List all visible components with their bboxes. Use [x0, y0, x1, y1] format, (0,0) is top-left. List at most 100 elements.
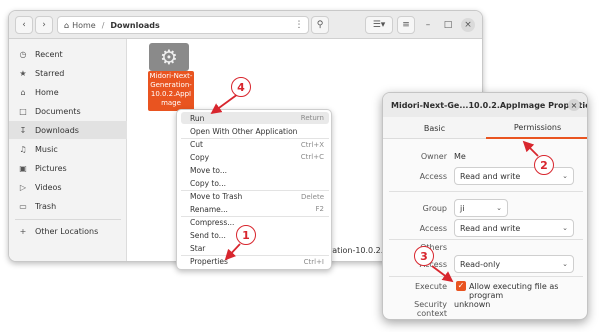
- menu-item-label: Run: [190, 113, 205, 123]
- home-icon: ⌂: [20, 87, 26, 97]
- sidebar-item-downloads[interactable]: ↧ Downloads: [9, 121, 127, 139]
- menu-item-label: Copy: [190, 152, 210, 162]
- section-divider: [389, 239, 583, 240]
- menu-item-run[interactable]: Run Return: [181, 112, 329, 125]
- menu-item-move-to[interactable]: Move to...: [181, 164, 329, 176]
- gear-icon[interactable]: ⚙: [149, 43, 189, 71]
- maximize-button[interactable]: □: [441, 16, 455, 34]
- others-access-dropdown[interactable]: Read-only ⌄: [454, 255, 574, 273]
- sidebar-item-pictures[interactable]: ▣ Pictures: [9, 159, 127, 177]
- menu-item-shortcut: Ctrl+X: [300, 140, 324, 149]
- menu-item-move-to-trash[interactable]: Move to Trash Delete: [181, 190, 329, 202]
- breadcrumb-separator: /: [101, 20, 105, 30]
- sidebar-item-label: Other Locations: [35, 226, 99, 236]
- group-label: Group: [422, 204, 447, 213]
- header-bar: ‹ › ⌂ Home / Downloads ⋮ ⚲ ☰▾ ≡ – □ ×: [9, 11, 482, 39]
- sidebar-item-music[interactable]: ♫ Music: [9, 140, 127, 158]
- sidebar-item-home[interactable]: ⌂ Home: [9, 83, 127, 101]
- menu-item-compress[interactable]: Compress...: [181, 216, 329, 228]
- menu-item-shortcut: Delete: [301, 192, 324, 201]
- chevron-right-icon: ›: [42, 20, 46, 30]
- owner-access-dropdown[interactable]: Read and write ⌄: [454, 167, 574, 185]
- menu-item-shortcut: Ctrl+C: [300, 153, 324, 162]
- tab-basic[interactable]: Basic: [383, 117, 486, 139]
- menu-item-copy[interactable]: Copy Ctrl+C: [181, 151, 329, 163]
- menu-item-shortcut: F2: [315, 205, 324, 214]
- hamburger-icon: ≡: [402, 20, 410, 30]
- context-menu: Run Return Open With Other Application Cu…: [176, 109, 332, 270]
- forward-button[interactable]: ›: [35, 16, 53, 34]
- dropdown-value: Read-only: [460, 259, 501, 269]
- menu-item-label: Star: [190, 243, 206, 253]
- breadcrumb-home[interactable]: Home: [72, 21, 96, 30]
- tab-permissions[interactable]: Permissions: [486, 117, 587, 139]
- close-button[interactable]: ×: [461, 18, 475, 32]
- callout-badge: 3: [414, 246, 434, 266]
- callout-badge: 2: [534, 155, 554, 175]
- sidebar-item-label: Pictures: [35, 163, 67, 173]
- menu-item-properties[interactable]: Properties Ctrl+I: [181, 255, 329, 267]
- sidebar-item-label: Downloads: [35, 125, 79, 135]
- sidebar-item-recent[interactable]: ◷ Recent: [9, 45, 127, 63]
- menu-icon[interactable]: ⋮: [291, 16, 307, 34]
- menu-item-label: Send to...: [190, 230, 226, 240]
- close-icon: ×: [570, 100, 578, 110]
- group-dropdown[interactable]: ji ⌄: [454, 199, 508, 217]
- picture-icon: ▣: [19, 163, 27, 173]
- star-icon: ★: [19, 68, 27, 78]
- menu-item-open-with[interactable]: Open With Other Application: [181, 125, 329, 137]
- chevron-down-icon: ⌄: [562, 172, 568, 180]
- sidebar-item-other-locations[interactable]: + Other Locations: [9, 222, 127, 240]
- menu-item-label: Properties: [190, 257, 228, 267]
- owner-value: Me: [454, 152, 466, 161]
- sidebar-item-documents[interactable]: □ Documents: [9, 102, 127, 120]
- sidebar-item-label: Starred: [35, 68, 65, 78]
- security-context-label: Security context: [414, 300, 447, 318]
- sidebar-item-label: Trash: [35, 201, 57, 211]
- menu-item-label: Rename...: [190, 204, 228, 214]
- section-divider: [389, 276, 583, 277]
- execute-checkbox-label[interactable]: Allow executing file as program: [469, 282, 587, 300]
- home-icon: ⌂: [64, 20, 70, 30]
- plus-icon: +: [19, 226, 27, 236]
- view-options-button[interactable]: ☰▾: [365, 16, 393, 34]
- search-icon: ⚲: [316, 20, 324, 30]
- close-button[interactable]: ×: [568, 99, 580, 111]
- chevron-down-icon: ⌄: [496, 204, 502, 212]
- menu-item-star[interactable]: Star: [181, 242, 329, 254]
- dropdown-value: Read and write: [460, 223, 521, 233]
- menu-item-rename[interactable]: Rename... F2: [181, 203, 329, 215]
- app-menu-button[interactable]: ≡: [397, 16, 415, 34]
- search-button[interactable]: ⚲: [311, 16, 329, 34]
- back-button[interactable]: ‹: [15, 16, 33, 34]
- group-access-dropdown[interactable]: Read and write ⌄: [454, 219, 574, 237]
- menu-item-copy-to[interactable]: Copy to...: [181, 177, 329, 189]
- sidebar-item-label: Videos: [35, 182, 62, 192]
- dialog-title: Midori-Next-Ge...10.0.2.AppImage Propert…: [383, 93, 587, 117]
- download-icon: ↧: [19, 125, 27, 135]
- menu-item-shortcut: Return: [300, 114, 324, 123]
- menu-item-shortcut: Ctrl+I: [303, 257, 324, 266]
- checkmark-icon: ✓: [457, 281, 465, 290]
- menu-item-label: Copy to...: [190, 178, 226, 188]
- menu-item-label: Open With Other Application: [190, 126, 298, 136]
- sidebar-item-label: Documents: [35, 106, 81, 116]
- minimize-button[interactable]: –: [421, 16, 435, 34]
- breadcrumb-current[interactable]: Downloads: [110, 21, 159, 30]
- menu-item-cut[interactable]: Cut Ctrl+X: [181, 138, 329, 150]
- chevron-down-icon: ⌄: [562, 260, 568, 268]
- callout-badge: 4: [231, 77, 251, 97]
- dropdown-value: Read and write: [460, 171, 521, 181]
- file-name-label[interactable]: Midori-Next-Generation-10.0.2.AppImage: [148, 71, 194, 111]
- sidebar-item-label: Home: [35, 87, 59, 97]
- path-bar[interactable]: ⌂ Home / Downloads: [57, 16, 309, 34]
- sidebar-item-starred[interactable]: ★ Starred: [9, 64, 127, 82]
- execute-checkbox[interactable]: ✓: [456, 281, 466, 291]
- sidebar-item-trash[interactable]: ▭ Trash: [9, 197, 127, 215]
- owner-label: Owner: [420, 152, 447, 161]
- chevron-left-icon: ‹: [22, 20, 26, 30]
- menu-item-label: Move to Trash: [190, 192, 243, 202]
- sidebar-item-videos[interactable]: ▷ Videos: [9, 178, 127, 196]
- list-view-icon: ☰▾: [372, 20, 386, 30]
- video-icon: ▷: [19, 182, 27, 192]
